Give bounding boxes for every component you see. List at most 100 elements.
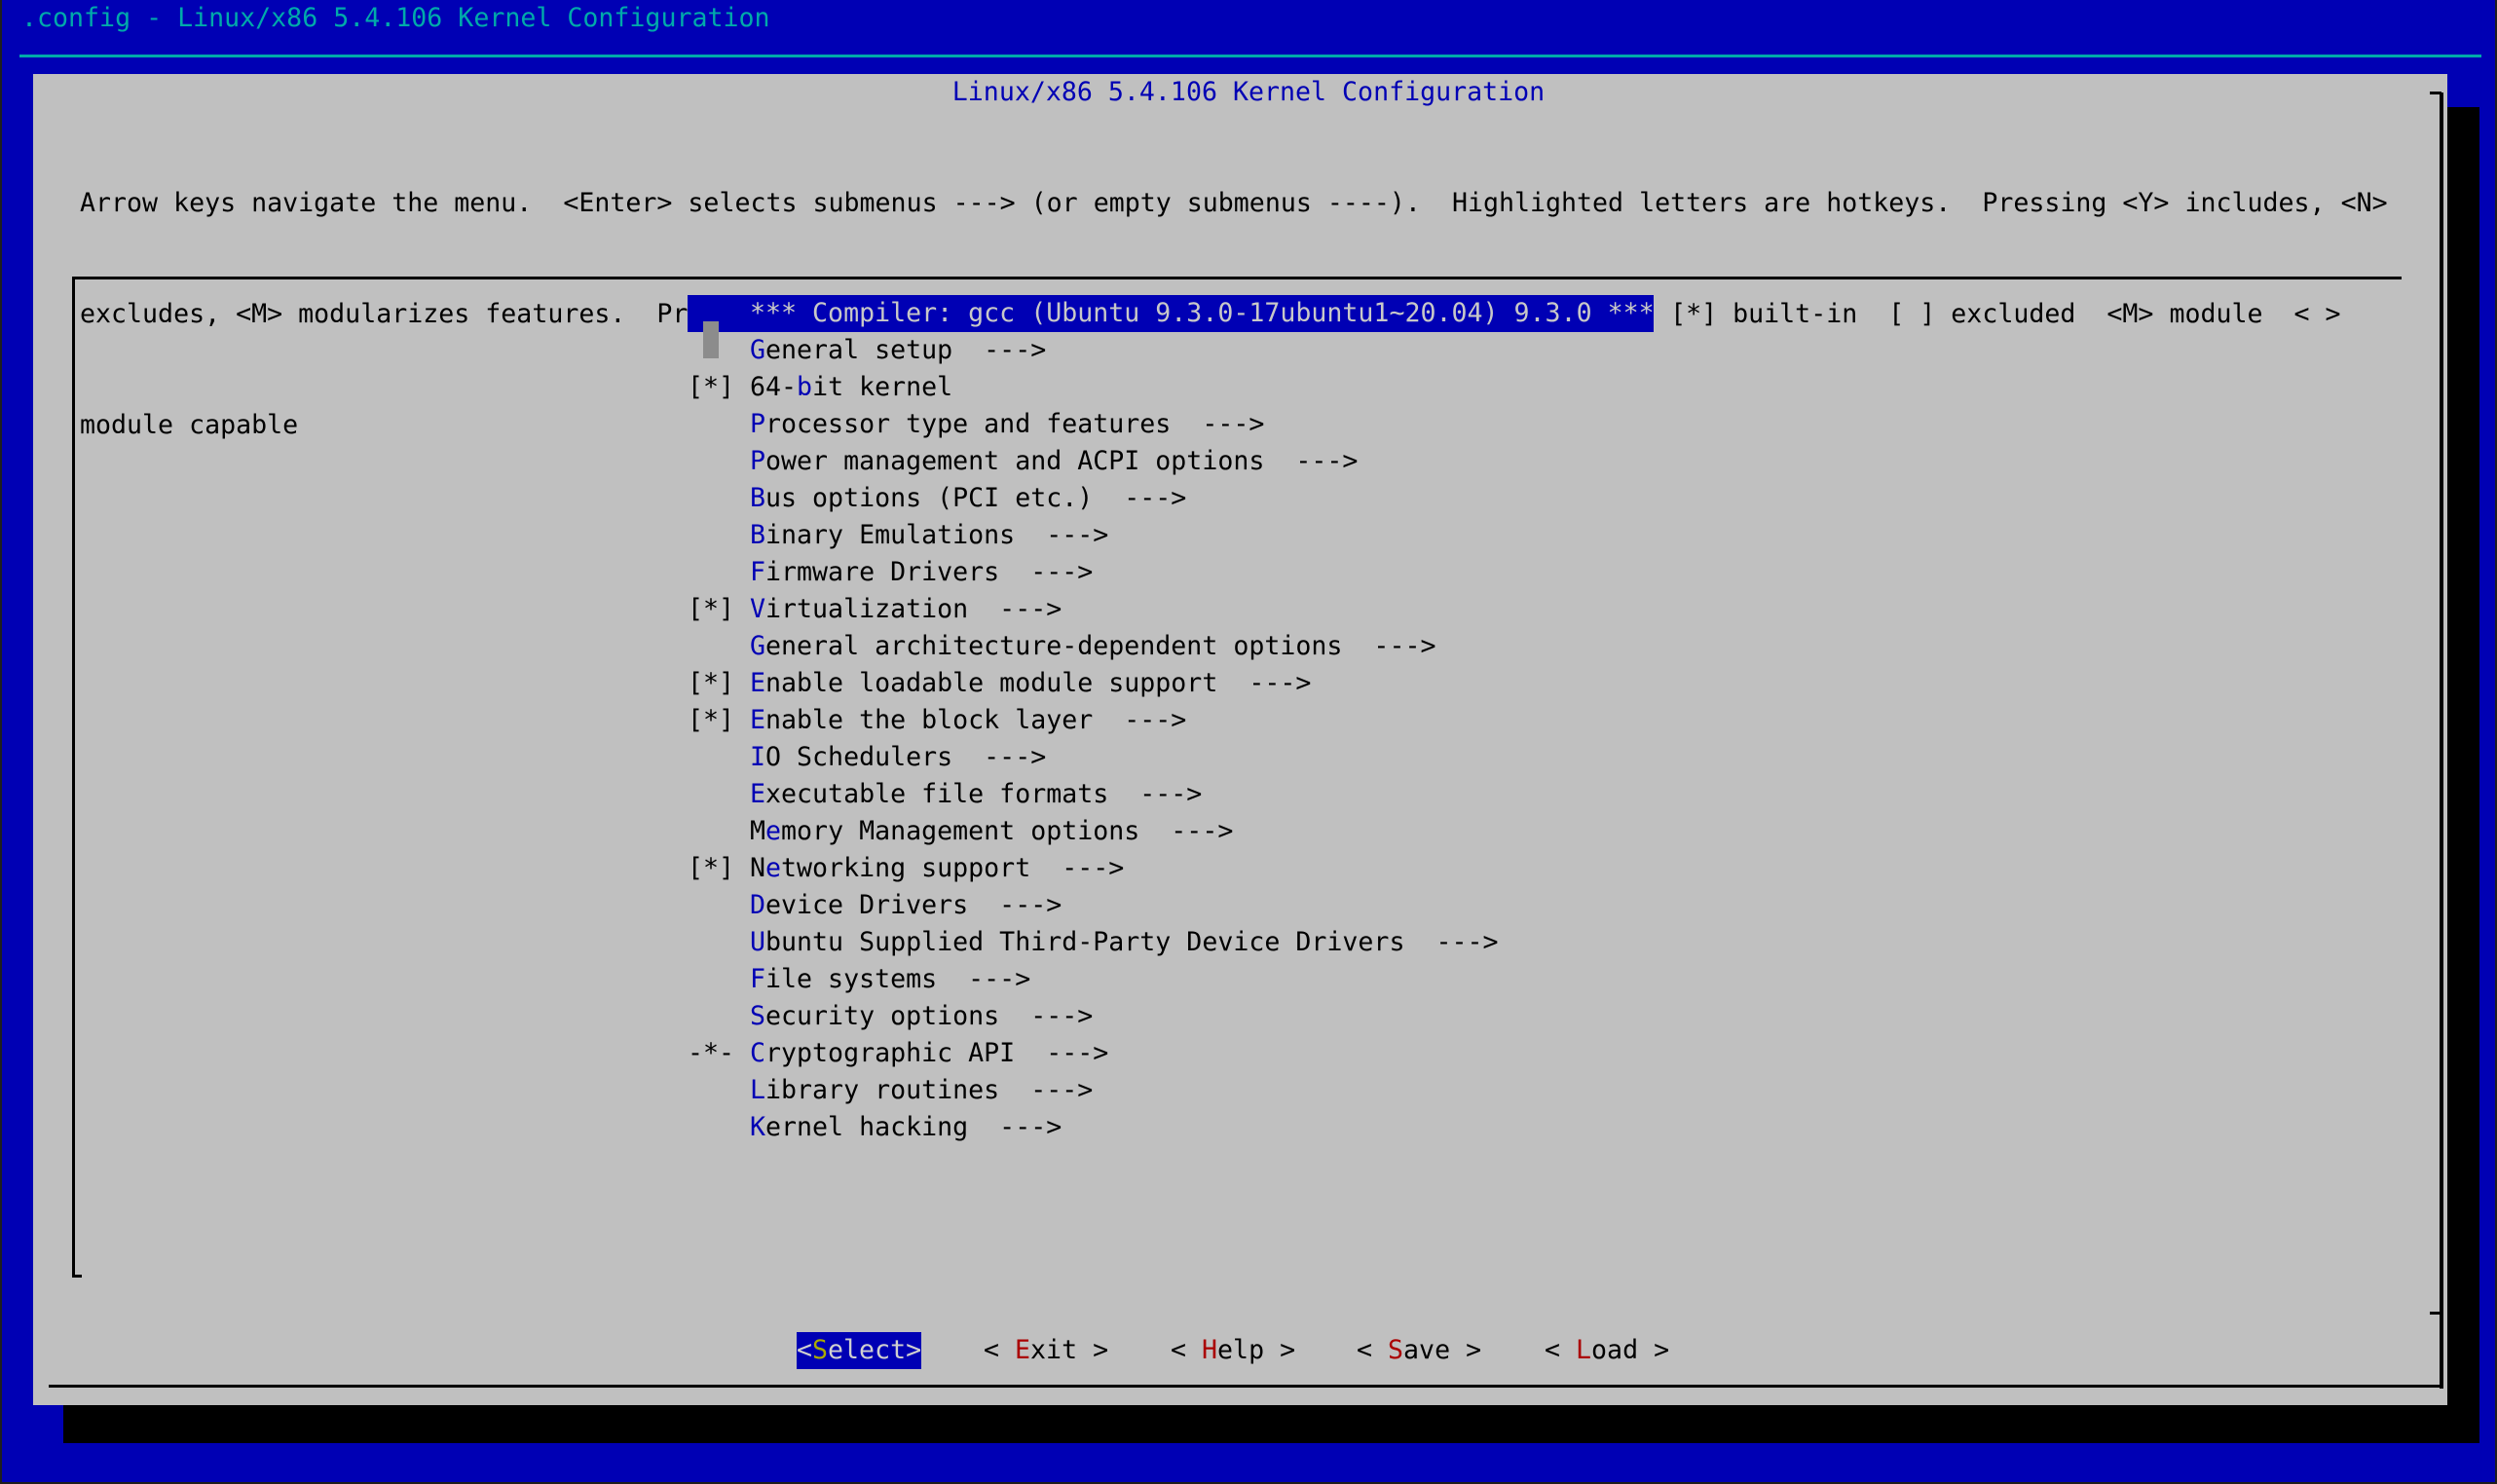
hotkey-letter: K: [750, 1112, 766, 1142]
save-button[interactable]: < Save >: [1357, 1332, 1481, 1369]
hotkey-letter: G: [750, 335, 766, 365]
item-state: [*]: [688, 372, 735, 402]
hotkey-letter: G: [750, 631, 766, 661]
hotkey-letter: C: [750, 1038, 766, 1068]
menu-item[interactable]: Firmware Drivers --->: [688, 554, 1654, 591]
menu-item-label: Enable loadable module support --->: [750, 668, 1312, 698]
menu-item[interactable]: Security options --->: [688, 998, 1654, 1035]
dialog-frame-bottom: [49, 1385, 2443, 1388]
menu-list[interactable]: *** Compiler: gcc (Ubuntu 9.3.0-17ubuntu…: [688, 295, 1655, 1146]
menu-item[interactable]: Processor type and features --->: [688, 406, 1654, 443]
menu-item-label: 64-bit kernel: [750, 372, 953, 402]
hotkey-letter: e: [765, 816, 782, 846]
hotkey-letter: I: [750, 742, 766, 772]
menu-item[interactable]: Bus options (PCI etc.) --->: [688, 480, 1654, 517]
menu-item-label: Power management and ACPI options --->: [750, 446, 1359, 476]
button-bracket: <: [1357, 1335, 1389, 1365]
help-button[interactable]: < Help >: [1171, 1332, 1295, 1369]
item-state: [*]: [688, 853, 735, 883]
menu-item[interactable]: Binary Emulations --->: [688, 517, 1654, 554]
button-label: Load: [1576, 1335, 1639, 1365]
button-bracket: >: [1264, 1335, 1296, 1365]
hotkey-letter: e: [765, 853, 782, 883]
menu-item-label: Binary Emulations --->: [750, 520, 1109, 550]
menu-item[interactable]: General architecture-dependent options -…: [688, 628, 1654, 665]
button-bracket: >: [1450, 1335, 1482, 1365]
hotkey-letter: S: [750, 1001, 766, 1031]
hotkey-letter: b: [797, 372, 813, 402]
hotkey-letter: E: [750, 705, 766, 735]
menu-item[interactable]: File systems --->: [688, 961, 1654, 998]
menu-item-label: Kernel hacking --->: [750, 1112, 1062, 1142]
button-bracket: <: [984, 1335, 1016, 1365]
hotkey-letter: E: [750, 779, 766, 809]
back-title: .config - Linux/x86 5.4.106 Kernel Confi…: [21, 3, 770, 33]
menu-item[interactable]: Library routines --->: [688, 1072, 1654, 1109]
item-state: [*]: [688, 668, 735, 698]
menu-item[interactable]: *** Compiler: gcc (Ubuntu 9.3.0-17ubuntu…: [688, 295, 1655, 358]
menu-item-label: Processor type and features --->: [750, 409, 1265, 439]
button-bracket: >: [1077, 1335, 1109, 1365]
menu-item[interactable]: Memory Management options --->: [688, 813, 1654, 850]
menu-item[interactable]: [*] Enable the block layer --->: [688, 702, 1654, 739]
menu-item-label: Firmware Drivers --->: [750, 557, 1094, 587]
menu-item[interactable]: Power management and ACPI options --->: [688, 443, 1654, 480]
menu-item-label: Networking support --->: [750, 853, 1125, 883]
menu-item-label: File systems --->: [750, 964, 1031, 994]
select-button[interactable]: <Select>: [797, 1332, 922, 1369]
button-bracket: <: [1545, 1335, 1577, 1365]
menu-item[interactable]: General setup --->: [688, 332, 1654, 369]
menu-item-label: General setup --->: [750, 335, 1047, 365]
menu-box-border: [72, 277, 2402, 279]
menu-item[interactable]: -*- Cryptographic API --->: [688, 1035, 1654, 1072]
menu-item-label: Ubuntu Supplied Third-Party Device Drive…: [750, 927, 1499, 957]
button-bracket: >: [906, 1335, 922, 1365]
hotkey-letter: B: [750, 483, 766, 513]
menu-box-border: [72, 277, 75, 1278]
hotkey-letter: V: [750, 594, 766, 624]
menu-item-label: Security options --->: [750, 1001, 1094, 1031]
menu-item-label: IO Schedulers --->: [750, 742, 1047, 772]
help-line: Arrow keys navigate the menu. <Enter> se…: [80, 188, 2388, 218]
hotkey-letter: U: [750, 927, 766, 957]
dialog-frame-right: [2440, 93, 2443, 1389]
back-title-divider: [19, 55, 2481, 57]
menu-item[interactable]: Ubuntu Supplied Third-Party Device Drive…: [688, 924, 1654, 961]
menu-item-label: Virtualization --->: [750, 594, 1062, 624]
item-state: -*-: [688, 1038, 735, 1068]
menu-item-label: Device Drivers --->: [750, 890, 1062, 920]
hotkey-letter: D: [750, 890, 766, 920]
hotkey-letter: E: [750, 668, 766, 698]
dialog-title: Linux/x86 5.4.106 Kernel Configuration: [951, 77, 1546, 107]
menu-item[interactable]: Executable file formats --->: [688, 776, 1654, 813]
button-label: Select: [812, 1335, 907, 1365]
dialog-frame-tick: [2430, 1312, 2441, 1315]
exit-button[interactable]: < Exit >: [984, 1332, 1108, 1369]
button-label: Save: [1388, 1335, 1451, 1365]
hotkey-letter: P: [750, 446, 766, 476]
hotkey-letter: B: [750, 520, 766, 550]
menu-item[interactable]: Kernel hacking --->: [688, 1109, 1654, 1146]
button-label: Exit: [1015, 1335, 1078, 1365]
menu-item-label: Memory Management options --->: [750, 816, 1234, 846]
button-bracket: >: [1638, 1335, 1670, 1365]
menu-item[interactable]: [*] Networking support --->: [688, 850, 1654, 887]
menu-item-label: Library routines --->: [750, 1075, 1094, 1105]
hotkey-letter: P: [750, 409, 766, 439]
button-bracket: <: [1171, 1335, 1203, 1365]
load-button[interactable]: < Load >: [1545, 1332, 1669, 1369]
item-state: [*]: [688, 594, 735, 624]
menu-item[interactable]: [*] 64-bit kernel: [688, 369, 1654, 406]
button-bracket: <: [797, 1335, 813, 1365]
button-label: Help: [1202, 1335, 1265, 1365]
menu-item[interactable]: [*] Virtualization --->: [688, 591, 1654, 628]
menu-item[interactable]: IO Schedulers --->: [688, 739, 1654, 776]
menu-item[interactable]: [*] Enable loadable module support --->: [688, 665, 1654, 702]
menu-item[interactable]: Device Drivers --->: [688, 887, 1654, 924]
item-state: [*]: [688, 705, 735, 735]
menu-box-border: [72, 1275, 82, 1278]
menu-item-label: *** Compiler: gcc (Ubuntu 9.3.0-17ubuntu…: [750, 298, 1655, 328]
menu-item-label: Enable the block layer --->: [750, 705, 1187, 735]
hotkey-letter: F: [750, 557, 766, 587]
menu-item-label: Executable file formats --->: [750, 779, 1203, 809]
